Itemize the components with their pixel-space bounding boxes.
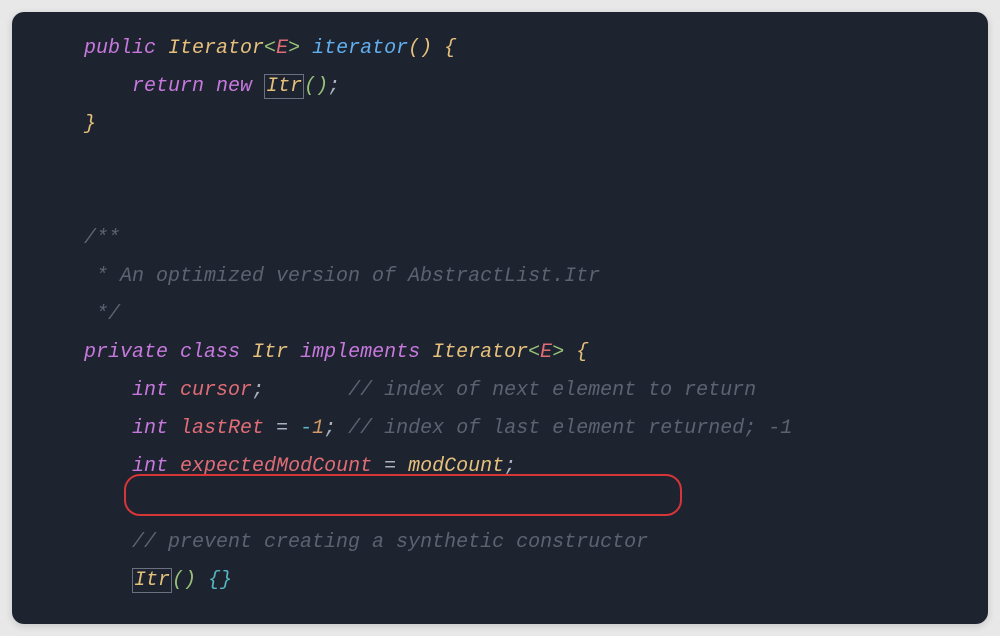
blank-line xyxy=(84,182,988,220)
code-line: int cursor; // index of next element to … xyxy=(84,372,988,410)
comment-line: * An optimized version of AbstractList.I… xyxy=(84,258,988,296)
keyword-public: public xyxy=(84,37,156,60)
code-line: public Iterator<E> iterator() { xyxy=(84,30,988,68)
field-lastret: lastRet xyxy=(180,417,264,440)
comment-end: */ xyxy=(84,303,120,326)
angle-close: > xyxy=(288,37,300,60)
code-line: } xyxy=(84,106,988,144)
brace-open: { xyxy=(576,341,588,364)
type-param: E xyxy=(540,341,552,364)
angle-open: < xyxy=(528,341,540,364)
comment: // index of last element returned; -1 xyxy=(348,417,792,440)
comment-body: * An optimized version of AbstractList.I… xyxy=(84,265,600,288)
comment-line: // prevent creating a synthetic construc… xyxy=(84,524,988,562)
semicolon: ; xyxy=(328,75,340,98)
number: 1 xyxy=(312,417,324,440)
equals: = xyxy=(276,417,288,440)
keyword-int: int xyxy=(132,455,168,478)
code-line: private class Itr implements Iterator<E>… xyxy=(84,334,988,372)
equals: = xyxy=(384,455,396,478)
keyword-new: new xyxy=(216,75,252,98)
blank-line xyxy=(84,486,988,524)
type-iterator: Iterator xyxy=(432,341,528,364)
blank-line xyxy=(84,144,988,182)
minus: - xyxy=(300,417,312,440)
field-expectedmodcount: expectedModCount xyxy=(180,455,372,478)
type-param: E xyxy=(276,37,288,60)
keyword-private: private xyxy=(84,341,168,364)
angle-close: > xyxy=(552,341,564,364)
constructor-itr-boxed: Itr xyxy=(132,568,172,593)
code-line-highlighted: int expectedModCount = modCount; xyxy=(84,448,988,486)
brace-open: { xyxy=(444,37,456,60)
braces: {} xyxy=(208,569,232,592)
keyword-int: int xyxy=(132,379,168,402)
angle-open: < xyxy=(264,37,276,60)
code-line: return new Itr(); xyxy=(84,68,988,106)
parens: () xyxy=(172,569,196,592)
identifier-modcount: modCount xyxy=(408,455,504,478)
semicolon: ; xyxy=(252,379,264,402)
code-line: Itr() {} xyxy=(84,562,988,600)
comment-line: /** xyxy=(84,220,988,258)
type-itr-boxed: Itr xyxy=(264,74,304,99)
code-line: int lastRet = -1; // index of last eleme… xyxy=(84,410,988,448)
comment: // prevent creating a synthetic construc… xyxy=(132,531,648,554)
field-cursor: cursor xyxy=(180,379,252,402)
keyword-class: class xyxy=(180,341,240,364)
code-area[interactable]: public Iterator<E> iterator() { return n… xyxy=(12,30,988,600)
comment: // index of next element to return xyxy=(348,379,756,402)
type-iterator: Iterator xyxy=(168,37,264,60)
parens: () xyxy=(408,37,432,60)
semicolon: ; xyxy=(504,455,516,478)
method-name: iterator xyxy=(312,37,408,60)
keyword-implements: implements xyxy=(300,341,420,364)
comment-start: /** xyxy=(84,227,120,250)
parens: () xyxy=(304,75,328,98)
code-editor: public Iterator<E> iterator() { return n… xyxy=(12,12,988,624)
type-itr: Itr xyxy=(252,341,288,364)
brace-close: } xyxy=(84,113,96,136)
comment-line: */ xyxy=(84,296,988,334)
semicolon: ; xyxy=(324,417,336,440)
keyword-return: return xyxy=(132,75,204,98)
keyword-int: int xyxy=(132,417,168,440)
